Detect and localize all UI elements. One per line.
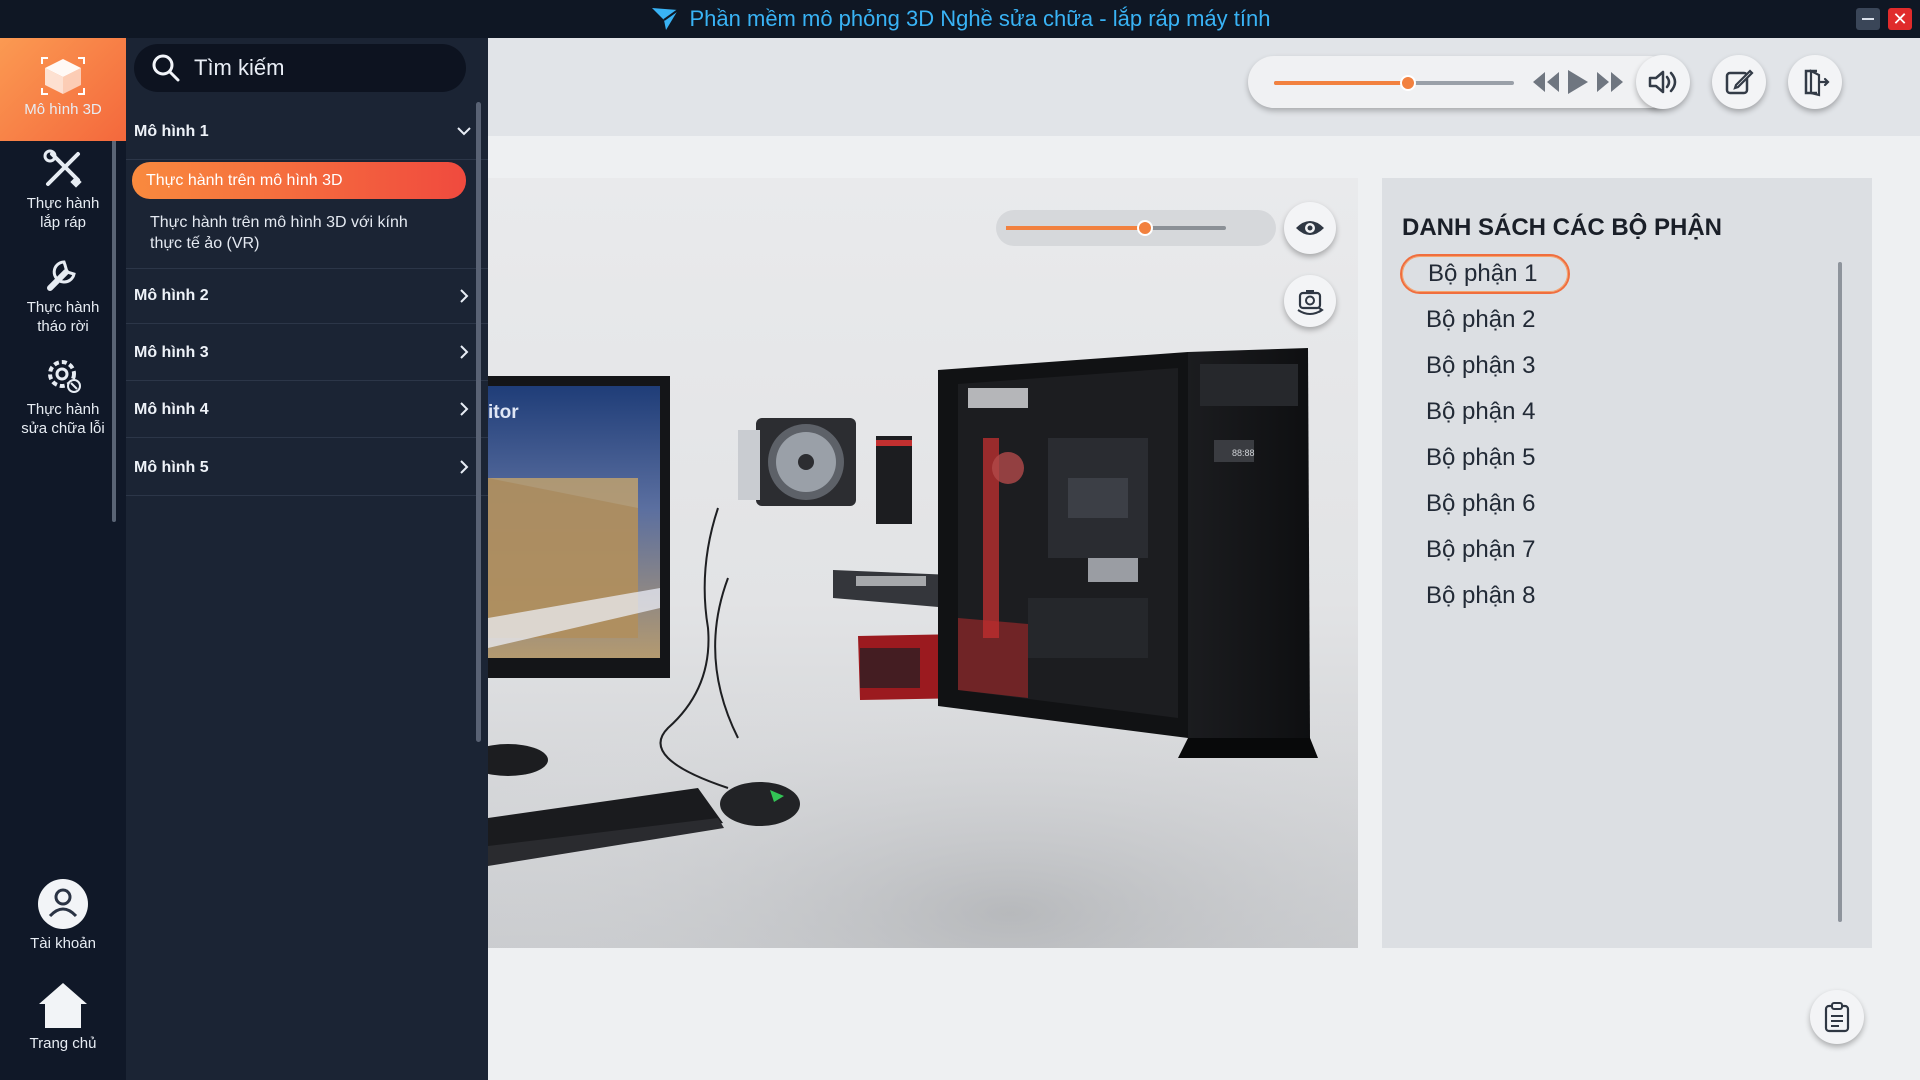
menu-group-model-3[interactable]: Mô hình 3: [126, 325, 488, 381]
wrench-icon: [47, 260, 76, 291]
menu-group-label: Mô hình 5: [134, 458, 209, 476]
submenu-item-3d-practice[interactable]: Thực hành trên mô hình 3D: [132, 162, 466, 199]
menu-scrollbar[interactable]: [476, 102, 481, 742]
logout-icon: [1804, 69, 1830, 97]
opacity-slider-thumb[interactable]: [1136, 220, 1153, 236]
opacity-slider[interactable]: [1006, 220, 1226, 236]
parts-list-panel: DANH SÁCH CÁC BỘ PHẬN Bộ phận 1 Bộ phận …: [1382, 178, 1872, 948]
svg-text:88:88: 88:88: [1232, 448, 1255, 458]
app-logo-icon: [651, 8, 679, 30]
parts-list-title: DANH SÁCH CÁC BỘ PHẬN: [1402, 214, 1723, 241]
reset-camera-button[interactable]: [1284, 275, 1336, 327]
clipboard-icon: [1824, 1002, 1850, 1033]
app-window: Phần mềm mô phỏng 3D Nghề sửa chữa - lắp…: [0, 0, 1920, 1080]
part-item[interactable]: Bộ phận 7: [1400, 530, 1570, 570]
audio-progress-fill: [1274, 81, 1409, 85]
monitor-label: itor: [488, 402, 519, 423]
search-input[interactable]: Tìm kiếm: [134, 44, 466, 92]
audio-progress-thumb[interactable]: [1400, 75, 1417, 91]
submenu-label: Thực hành trên mô hình 3D: [146, 171, 343, 189]
visibility-button[interactable]: [1284, 202, 1336, 254]
menu-group-label: Mô hình 1: [134, 122, 209, 140]
menu-group-model-2[interactable]: Mô hình 2: [126, 268, 488, 324]
rail-item-repair[interactable]: Thực hành sửa chữa lỗi: [0, 354, 126, 438]
audio-player: [1248, 56, 1676, 108]
submenu-item-vr-practice[interactable]: Thực hành trên mô hình 3D với kính thực …: [150, 212, 450, 254]
part-item[interactable]: Bộ phận 3: [1400, 346, 1570, 386]
cube-icon: [41, 57, 85, 95]
close-button[interactable]: ✕: [1888, 8, 1912, 30]
chevron-right-icon: [460, 402, 469, 416]
title-bar: Phần mềm mô phỏng 3D Nghề sửa chữa - lắp…: [0, 0, 1920, 38]
rail-item-label: lắp ráp: [40, 214, 86, 231]
window-title: Phần mềm mô phỏng 3D Nghề sửa chữa - lắp…: [689, 6, 1271, 31]
menu-group-label: Mô hình 4: [134, 400, 209, 418]
part-item[interactable]: Bộ phận 5: [1400, 438, 1570, 478]
account-label: Tài khoản: [30, 935, 96, 952]
opacity-slider-fill: [1006, 226, 1145, 230]
model-menu: Tìm kiếm Mô hình 1 Thực hành trên mô hìn…: [126, 38, 488, 1080]
clipboard-button[interactable]: [1810, 990, 1864, 1044]
minimize-button[interactable]: [1856, 8, 1880, 30]
rail-item-label: Thực hành: [26, 299, 100, 316]
rail-item-label: Thực hành: [26, 401, 100, 418]
user-icon: [38, 879, 88, 929]
tools-icon: [43, 149, 82, 188]
menu-group-label: Mô hình 3: [134, 343, 209, 361]
speaker-icon: [1648, 70, 1677, 94]
menu-group-model-4[interactable]: Mô hình 4: [126, 382, 488, 438]
rail-item-assembly[interactable]: Thực hành lắp ráp: [0, 148, 126, 232]
exit-button[interactable]: [1788, 55, 1842, 109]
chevron-down-icon: [457, 127, 471, 136]
top-toolbar: [488, 38, 1920, 136]
part-item[interactable]: Bộ phận 4: [1400, 392, 1570, 432]
chevron-right-icon: [460, 289, 469, 303]
volume-button[interactable]: [1636, 55, 1690, 109]
eye-icon: [1296, 221, 1324, 235]
play-icon[interactable]: [1564, 68, 1590, 96]
pc-3d-scene-image: itor 88:88: [488, 348, 1358, 948]
edit-button[interactable]: [1712, 55, 1766, 109]
search-icon: [152, 54, 180, 82]
rail-item-label: sửa chữa lỗi: [21, 420, 105, 437]
rail-item-disassembly[interactable]: Thực hành tháo rời: [0, 252, 126, 336]
chevron-right-icon: [460, 460, 469, 474]
menu-group-model-5[interactable]: Mô hình 5: [126, 440, 488, 496]
search-placeholder: Tìm kiếm: [194, 55, 285, 80]
rail-item-label: Mô hình 3D: [24, 101, 102, 118]
home-label: Trang chủ: [29, 1035, 97, 1052]
home-button[interactable]: Trang chủ: [0, 980, 126, 1053]
pencil-icon: [1725, 69, 1754, 95]
fast-forward-icon[interactable]: [1594, 68, 1626, 96]
part-item[interactable]: Bộ phận 1: [1400, 254, 1570, 294]
audio-progress-slider[interactable]: [1274, 75, 1514, 91]
rewind-icon[interactable]: [1530, 68, 1562, 96]
parts-scrollbar[interactable]: [1838, 262, 1842, 922]
menu-group-label: Mô hình 2: [134, 287, 209, 304]
3d-viewport[interactable]: itor 88:88: [488, 178, 1358, 948]
rail-item-label: tháo rời: [37, 318, 89, 335]
opacity-slider-box: [996, 210, 1276, 246]
home-icon: [39, 983, 87, 1028]
camera-rotate-icon: [1297, 290, 1324, 315]
rail-item-3d-model[interactable]: Mô hình 3D: [0, 38, 126, 141]
part-item[interactable]: Bộ phận 6: [1400, 484, 1570, 524]
chevron-right-icon: [460, 345, 469, 359]
part-item[interactable]: Bộ phận 8: [1400, 576, 1570, 616]
submenu-label: thực tế ảo (VR): [150, 235, 260, 252]
gear-icon: [48, 360, 81, 393]
left-rail: Mô hình 3D Thực hành lắp ráp Thực hành t…: [0, 38, 126, 1080]
account-button[interactable]: Tài khoản: [0, 878, 126, 953]
submenu-label: Thực hành trên mô hình 3D với kính: [150, 214, 408, 231]
menu-group-model-1[interactable]: Mô hình 1: [126, 104, 488, 160]
part-item[interactable]: Bộ phận 2: [1400, 300, 1570, 340]
rail-item-label: Thực hành: [26, 195, 100, 212]
